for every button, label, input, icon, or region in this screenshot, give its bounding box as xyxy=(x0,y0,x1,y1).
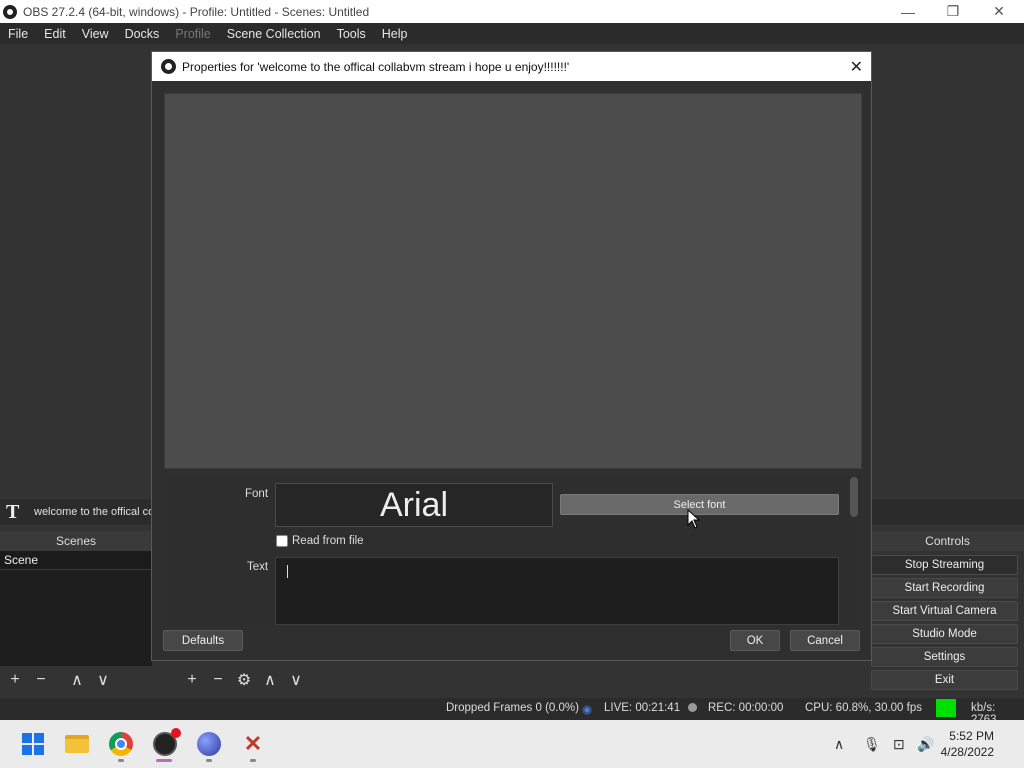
menu-profile[interactable]: Profile xyxy=(167,27,218,41)
minimize-button[interactable]: — xyxy=(885,0,931,23)
remove-source-icon[interactable]: − xyxy=(207,671,229,689)
exit-button[interactable]: Exit xyxy=(871,670,1018,690)
rec-indicator-icon xyxy=(688,702,697,714)
rec-time-status: REC: 00:00:00 xyxy=(708,702,784,714)
close-window-button[interactable]: ✕ xyxy=(976,0,1022,23)
properties-panel: Font Arial Select font Read from file Te… xyxy=(164,475,862,625)
status-bar: Dropped Frames 0 (0.0%) ◉ LIVE: 00:21:41… xyxy=(0,698,1024,726)
chrome-running-indicator xyxy=(118,759,124,762)
menu-tools[interactable]: Tools xyxy=(329,27,374,41)
live-time-status: LIVE: 00:21:41 xyxy=(604,702,681,714)
obs-active-indicator xyxy=(156,759,172,762)
app-title: OBS 27.2.4 (64-bit, windows) - Profile: … xyxy=(23,4,370,19)
dropped-frames-status: Dropped Frames 0 (0.0%) xyxy=(446,702,579,714)
remove-scene-icon[interactable]: − xyxy=(30,671,52,689)
globe-running-indicator xyxy=(206,759,212,762)
network-icon[interactable]: ⊡ xyxy=(893,720,905,768)
system-clock[interactable]: 5:52 PM 4/28/2022 xyxy=(941,728,994,760)
menu-scene-collection[interactable]: Scene Collection xyxy=(219,27,329,41)
app-titlebar: OBS 27.2.4 (64-bit, windows) - Profile: … xyxy=(0,0,1024,23)
text-source-icon: T xyxy=(6,500,20,523)
tray-chevron-icon[interactable]: ∧ xyxy=(834,720,844,768)
add-scene-icon[interactable]: + xyxy=(4,671,26,689)
tool-running-indicator xyxy=(250,759,256,762)
start-button-icon[interactable] xyxy=(19,730,47,758)
controls-dock-header: Controls xyxy=(871,531,1024,551)
scenes-dock-header: Scenes xyxy=(0,531,152,551)
maximize-button[interactable]: ❐ xyxy=(930,0,976,23)
menu-file[interactable]: File xyxy=(0,27,36,41)
text-caret xyxy=(287,565,288,578)
dialog-titlebar: Properties for 'welcome to the offical c… xyxy=(152,52,871,81)
cancel-button[interactable]: Cancel xyxy=(790,630,860,651)
clock-date: 4/28/2022 xyxy=(940,745,994,759)
menu-help[interactable]: Help xyxy=(374,27,416,41)
read-from-file-checkbox[interactable] xyxy=(276,535,288,547)
defaults-button[interactable]: Defaults xyxy=(163,630,243,651)
source-properties-icon[interactable]: ⚙ xyxy=(233,670,255,690)
live-signal-icon: ◉ xyxy=(582,704,593,716)
menu-view[interactable]: View xyxy=(74,27,117,41)
text-input[interactable] xyxy=(275,557,839,625)
font-preview: Arial xyxy=(275,483,553,527)
move-scene-up-icon[interactable]: ∧ xyxy=(66,670,88,690)
file-explorer-icon[interactable] xyxy=(63,730,91,758)
stream-health-indicator xyxy=(936,699,956,720)
clock-time: 5:52 PM xyxy=(949,729,994,743)
font-label: Font xyxy=(245,488,269,500)
dialog-title: Properties for 'welcome to the offical c… xyxy=(182,59,570,74)
globe-app-icon[interactable] xyxy=(195,730,223,758)
menu-edit[interactable]: Edit xyxy=(36,27,74,41)
volume-icon[interactable]: 🔊 xyxy=(917,720,934,768)
text-label: Text xyxy=(247,561,269,573)
obs-logo-icon xyxy=(161,59,176,74)
start-virtual-camera-button[interactable]: Start Virtual Camera xyxy=(871,601,1018,621)
cpu-status: CPU: 60.8%, 30.00 fps xyxy=(805,702,922,714)
properties-scrollbar[interactable] xyxy=(850,477,858,517)
ok-button[interactable]: OK xyxy=(730,630,780,651)
chrome-icon[interactable] xyxy=(107,730,135,758)
properties-dialog: Properties for 'welcome to the offical c… xyxy=(151,51,872,661)
microphone-icon[interactable]: 🎙 xyxy=(863,720,881,768)
add-source-icon[interactable]: + xyxy=(181,671,203,689)
move-scene-down-icon[interactable]: ∨ xyxy=(92,670,114,690)
stop-streaming-button[interactable]: Stop Streaming xyxy=(871,555,1018,575)
read-from-file-label[interactable]: Read from file xyxy=(292,535,364,547)
scenes-toolbar: + − ∧ ∨ xyxy=(4,667,114,693)
scene-list-item[interactable]: Scene xyxy=(0,551,152,570)
scenes-list: Scene xyxy=(0,551,152,666)
windows-taskbar: ✕ ∧ 🎙 ⊡ 🔊 5:52 PM 4/28/2022 xyxy=(0,720,1024,768)
studio-mode-button[interactable]: Studio Mode xyxy=(871,624,1018,644)
obs-taskbar-icon[interactable] xyxy=(151,728,181,758)
obs-logo-icon xyxy=(3,4,17,19)
menu-docks[interactable]: Docks xyxy=(117,27,168,41)
mouse-cursor-icon xyxy=(687,509,701,529)
selected-source-label: welcome to the offical co xyxy=(34,506,155,518)
tool-app-icon[interactable]: ✕ xyxy=(239,730,267,758)
source-preview xyxy=(164,93,862,469)
start-recording-button[interactable]: Start Recording xyxy=(871,578,1018,598)
settings-button[interactable]: Settings xyxy=(871,647,1018,667)
menu-bar: File Edit View Docks Profile Scene Colle… xyxy=(0,23,1024,44)
move-source-down-icon[interactable]: ∨ xyxy=(285,670,307,690)
move-source-up-icon[interactable]: ∧ xyxy=(259,670,281,690)
sources-toolbar: + − ⚙ ∧ ∨ xyxy=(181,667,307,693)
dialog-close-icon[interactable]: ✕ xyxy=(850,57,863,77)
